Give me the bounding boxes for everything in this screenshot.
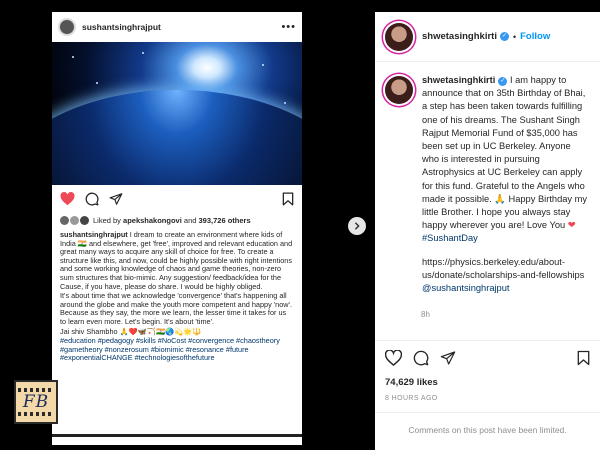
comment-mention[interactable]: @sushantsinghrajput [422, 283, 509, 293]
liked-and: and [183, 215, 197, 225]
separator-dot: • [512, 31, 517, 42]
planet-graphic [52, 90, 302, 185]
post-image-earth[interactable] [52, 42, 302, 185]
comment-link[interactable]: https://physics.berkeley.edu/about-us/do… [422, 256, 590, 282]
verified-badge-icon: ✓ [499, 32, 509, 41]
follow-button[interactable]: Follow [520, 31, 550, 42]
embedded-post: sushantsinghrajput ••• Liked by apekshak… [52, 12, 302, 445]
liker-avatar [70, 215, 79, 225]
liker-avatar [80, 215, 89, 225]
post-avatar[interactable] [58, 18, 76, 36]
chevron-right-icon [354, 222, 360, 230]
post-username[interactable]: sushantsinghrajput [82, 22, 281, 32]
next-post-button[interactable] [348, 217, 366, 235]
caption-hashtags[interactable]: #education #pedagogy #skills #NoCost #co… [60, 336, 294, 363]
comment-text: I am happy to announce that on 35th Birt… [422, 75, 588, 231]
ellipsis-icon[interactable]: ••• [281, 21, 296, 33]
comment-icon[interactable] [413, 350, 429, 366]
likes-count[interactable]: 74,629 likes [385, 377, 438, 388]
scroll-indicator [52, 434, 302, 437]
comment-body: shwetasinghkirti ✓ I am happy to announce… [422, 74, 590, 324]
share-icon[interactable] [440, 350, 456, 366]
liked-user-link[interactable]: apekshakongovi [123, 216, 182, 225]
caption-comment: shwetasinghkirti ✓ I am happy to announce… [375, 62, 600, 324]
comment-hashtag[interactable]: #SushantDay [422, 233, 478, 243]
post-actions [52, 185, 302, 213]
red-heart-icon: ❤ [567, 220, 576, 231]
liked-by-line: Liked by apekshakongovi and 393,726 othe… [52, 213, 302, 227]
profile-avatar[interactable] [385, 22, 413, 51]
panel-header: shwetasinghkirti ✓ • Follow [375, 12, 600, 62]
caption-paragraph-2: It's about time that we acknowledge 'con… [60, 291, 292, 326]
heart-filled-icon[interactable] [60, 192, 75, 206]
caption-paragraph-3: Jai shiv Shambho 🙏❤️🦋🏹🇮🇳🌏💫🌟🔱 [60, 326, 202, 336]
verified-badge-icon: ✓ [498, 77, 508, 86]
share-icon[interactable] [109, 192, 123, 206]
liked-count-link[interactable]: 393,726 others [199, 216, 251, 225]
bookmark-icon[interactable] [577, 350, 590, 366]
post-detail-panel: shwetasinghkirti ✓ • Follow shwetasinghk… [375, 12, 600, 450]
post-header: sushantsinghrajput ••• [52, 12, 302, 42]
liker-avatar [60, 215, 69, 225]
comment-avatar[interactable] [385, 76, 413, 104]
caption-paragraph-1: I dream to create an environment where k… [60, 230, 293, 291]
panel-username[interactable]: shwetasinghkirti [422, 31, 497, 42]
comment-username[interactable]: shwetasinghkirti [422, 75, 495, 85]
post-time-ago: 8 HOURS AGO [385, 395, 438, 402]
screenshot-stage: sushantsinghrajput ••• Liked by apekshak… [0, 0, 600, 450]
comments-limited-notice: Comments on this post have been limited. [375, 412, 600, 450]
comment-icon[interactable] [85, 192, 99, 206]
bookmark-icon[interactable] [282, 192, 294, 206]
panel-actions [375, 340, 600, 368]
post-caption: sushantsinghrajput I dream to create an … [52, 227, 302, 363]
liked-by-prefix: Liked by [93, 215, 121, 225]
watermark-text: FB [22, 392, 50, 412]
fb-watermark-logo: FB [14, 380, 58, 424]
heart-outline-icon[interactable] [385, 349, 402, 366]
